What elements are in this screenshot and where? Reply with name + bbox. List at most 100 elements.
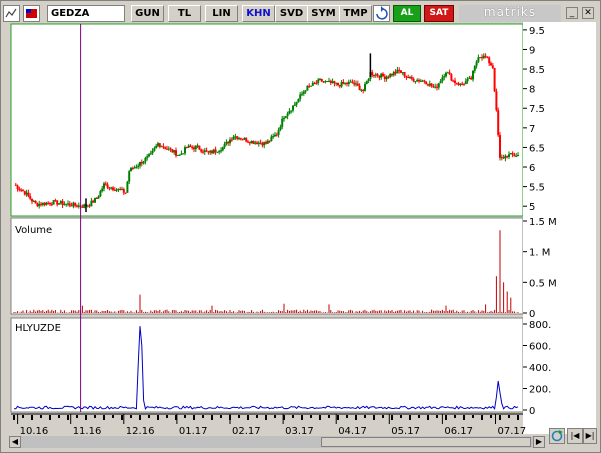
indicator-tick-label: 600. <box>529 342 551 353</box>
price-tick-label: 8 <box>529 85 535 96</box>
candle-body <box>176 154 179 156</box>
candle-body <box>254 142 257 144</box>
nav-first-icon[interactable]: |◀ <box>567 428 583 444</box>
candle-body <box>173 150 176 153</box>
candle-body <box>461 83 464 85</box>
flag-icon[interactable] <box>23 5 40 22</box>
period-button-sym[interactable]: SYM <box>307 5 340 22</box>
candle-body <box>347 82 350 85</box>
candle-body <box>274 134 276 136</box>
candle-body <box>416 79 419 82</box>
time-tick <box>319 415 321 420</box>
time-tick <box>166 415 168 418</box>
candle-body <box>445 72 447 77</box>
volume-tick-label: 1. M <box>529 248 550 259</box>
candle-body <box>250 140 253 144</box>
candle-body <box>479 57 482 59</box>
time-tick <box>13 415 15 420</box>
time-tick <box>40 415 42 418</box>
candle-body <box>329 80 332 83</box>
time-tick <box>157 415 159 420</box>
candle-body <box>277 129 280 135</box>
time-tick <box>382 415 384 418</box>
candle-body <box>403 72 406 77</box>
symbol-input[interactable]: GEDZA <box>47 5 125 22</box>
period-button-lin[interactable]: LIN <box>205 5 238 22</box>
period-button-svd[interactable]: SVD <box>275 5 308 22</box>
candle-body <box>391 73 393 76</box>
candle-body <box>115 189 118 191</box>
time-tick <box>373 415 375 420</box>
scroll-track[interactable] <box>21 436 533 448</box>
refresh-icon[interactable] <box>373 5 390 22</box>
candle-body <box>477 57 480 62</box>
scroll-left-icon[interactable]: ◀ <box>9 436 21 448</box>
close-button[interactable]: ✕ <box>582 7 594 19</box>
time-tick <box>364 415 366 418</box>
candle-body <box>364 83 366 91</box>
period-button-khn[interactable]: KHN <box>242 5 275 22</box>
chart-type-icon[interactable] <box>3 5 20 22</box>
candle-body <box>430 83 433 87</box>
candle-body <box>58 203 60 205</box>
candle-body <box>146 156 149 158</box>
candle-body <box>346 83 348 85</box>
candle-body <box>315 82 318 84</box>
candle-body <box>198 145 201 150</box>
candle-body <box>142 161 145 164</box>
price-tick-label: 5.5 <box>529 183 545 194</box>
indicator-tick-label: 0 <box>529 406 535 417</box>
time-tick <box>112 415 114 418</box>
scroll-thumb[interactable] <box>321 437 531 447</box>
candle-body <box>119 189 122 191</box>
candle-body <box>252 140 255 144</box>
candle-body <box>23 191 26 195</box>
period-button-gun[interactable]: GUN <box>131 5 164 22</box>
refresh-chart-icon[interactable] <box>549 428 565 444</box>
candle-body <box>290 110 293 112</box>
candle-body <box>371 72 374 76</box>
time-tick <box>103 415 105 420</box>
period-button-tmp[interactable]: TMP <box>339 5 372 22</box>
candle-body <box>328 80 330 82</box>
candle-body <box>266 140 269 144</box>
sell-button[interactable]: SAT <box>424 5 454 22</box>
candle-body <box>54 200 57 202</box>
time-tick <box>499 415 501 420</box>
candle-body <box>239 138 242 140</box>
scroll-right-icon[interactable]: ▶ <box>533 436 545 448</box>
buy-button[interactable]: AL <box>393 5 421 22</box>
candle-body <box>157 143 159 146</box>
time-tick-label: 12.16 <box>126 426 155 434</box>
candle-body <box>466 78 469 82</box>
candle-body <box>270 136 273 142</box>
candle-body <box>189 145 192 148</box>
chart-window: GEDZA GUN TL LIN KHN SVD SYM TMP AL SAT … <box>0 0 601 453</box>
price-tick-label: 6.5 <box>529 143 545 154</box>
candle-body <box>486 56 489 58</box>
chart-svg[interactable]: 5 5.5 6 6.5 7 7.5 8 8.5 9 9.5 0 0.5 M 1. M 1.5 M 0 200.… <box>7 22 596 434</box>
candle-body <box>108 187 111 189</box>
time-tick <box>400 415 402 418</box>
time-tick <box>454 415 456 418</box>
candle-body <box>292 105 294 111</box>
period-button-tl[interactable]: TL <box>168 5 201 22</box>
candle-body <box>256 142 258 145</box>
candle-body <box>131 168 134 170</box>
candle-body <box>50 204 53 206</box>
candle-body <box>342 82 345 84</box>
time-tick-label: 01.17 <box>179 426 208 434</box>
minimize-button[interactable]: _ <box>566 7 578 19</box>
candle-body <box>488 57 491 64</box>
nav-last-icon[interactable]: ▶| <box>583 428 597 444</box>
candle-body <box>338 85 341 87</box>
candle-body <box>437 83 440 88</box>
candle-body <box>436 86 438 88</box>
candle-body <box>92 200 95 203</box>
horizontal-scrollbar[interactable]: ◀ ▶ <box>9 436 547 448</box>
candle-body <box>455 82 458 84</box>
candle-body <box>452 80 455 82</box>
candle-body <box>344 83 347 85</box>
candle-body <box>313 82 316 84</box>
candle-body <box>383 76 386 80</box>
